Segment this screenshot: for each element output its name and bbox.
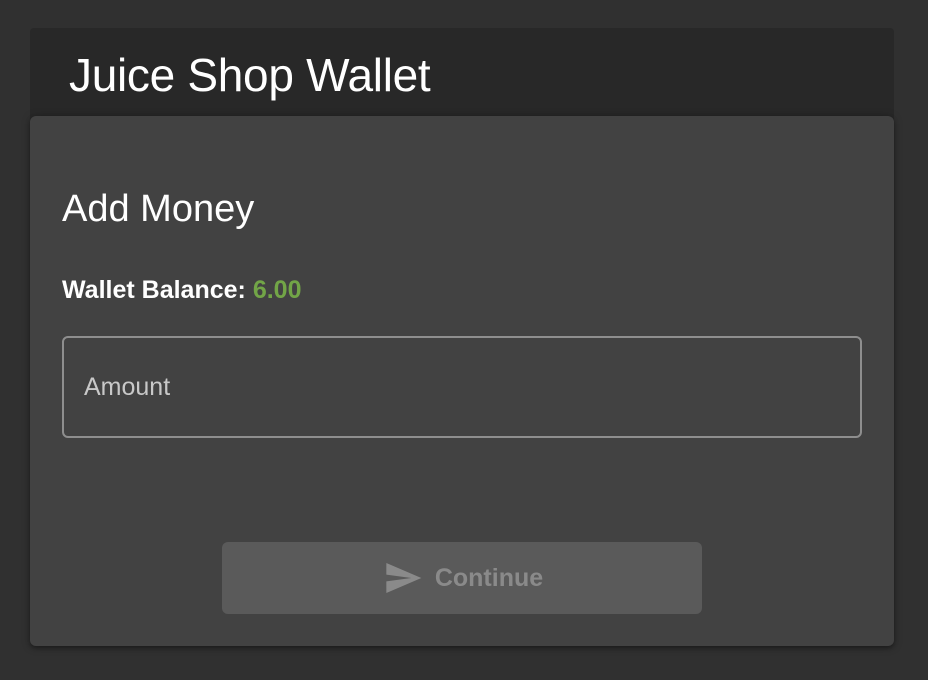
wallet-balance-row: Wallet Balance: 6.00 bbox=[62, 276, 301, 305]
continue-button-label: Continue bbox=[434, 563, 544, 592]
add-money-card: Add Money Wallet Balance: 6.00 Continue bbox=[30, 116, 894, 646]
continue-button[interactable]: Continue bbox=[222, 542, 702, 614]
wallet-balance-label: Wallet Balance: bbox=[62, 276, 246, 304]
card-title: Add Money bbox=[62, 188, 255, 230]
amount-input[interactable] bbox=[64, 338, 860, 436]
wallet-frame: Juice Shop Wallet Add Money Wallet Balan… bbox=[30, 28, 894, 646]
wallet-header: Juice Shop Wallet bbox=[30, 28, 894, 128]
amount-field[interactable] bbox=[62, 336, 862, 438]
wallet-title: Juice Shop Wallet bbox=[69, 49, 431, 101]
send-icon bbox=[381, 558, 425, 598]
wallet-balance-value: 6.00 bbox=[252, 276, 302, 304]
